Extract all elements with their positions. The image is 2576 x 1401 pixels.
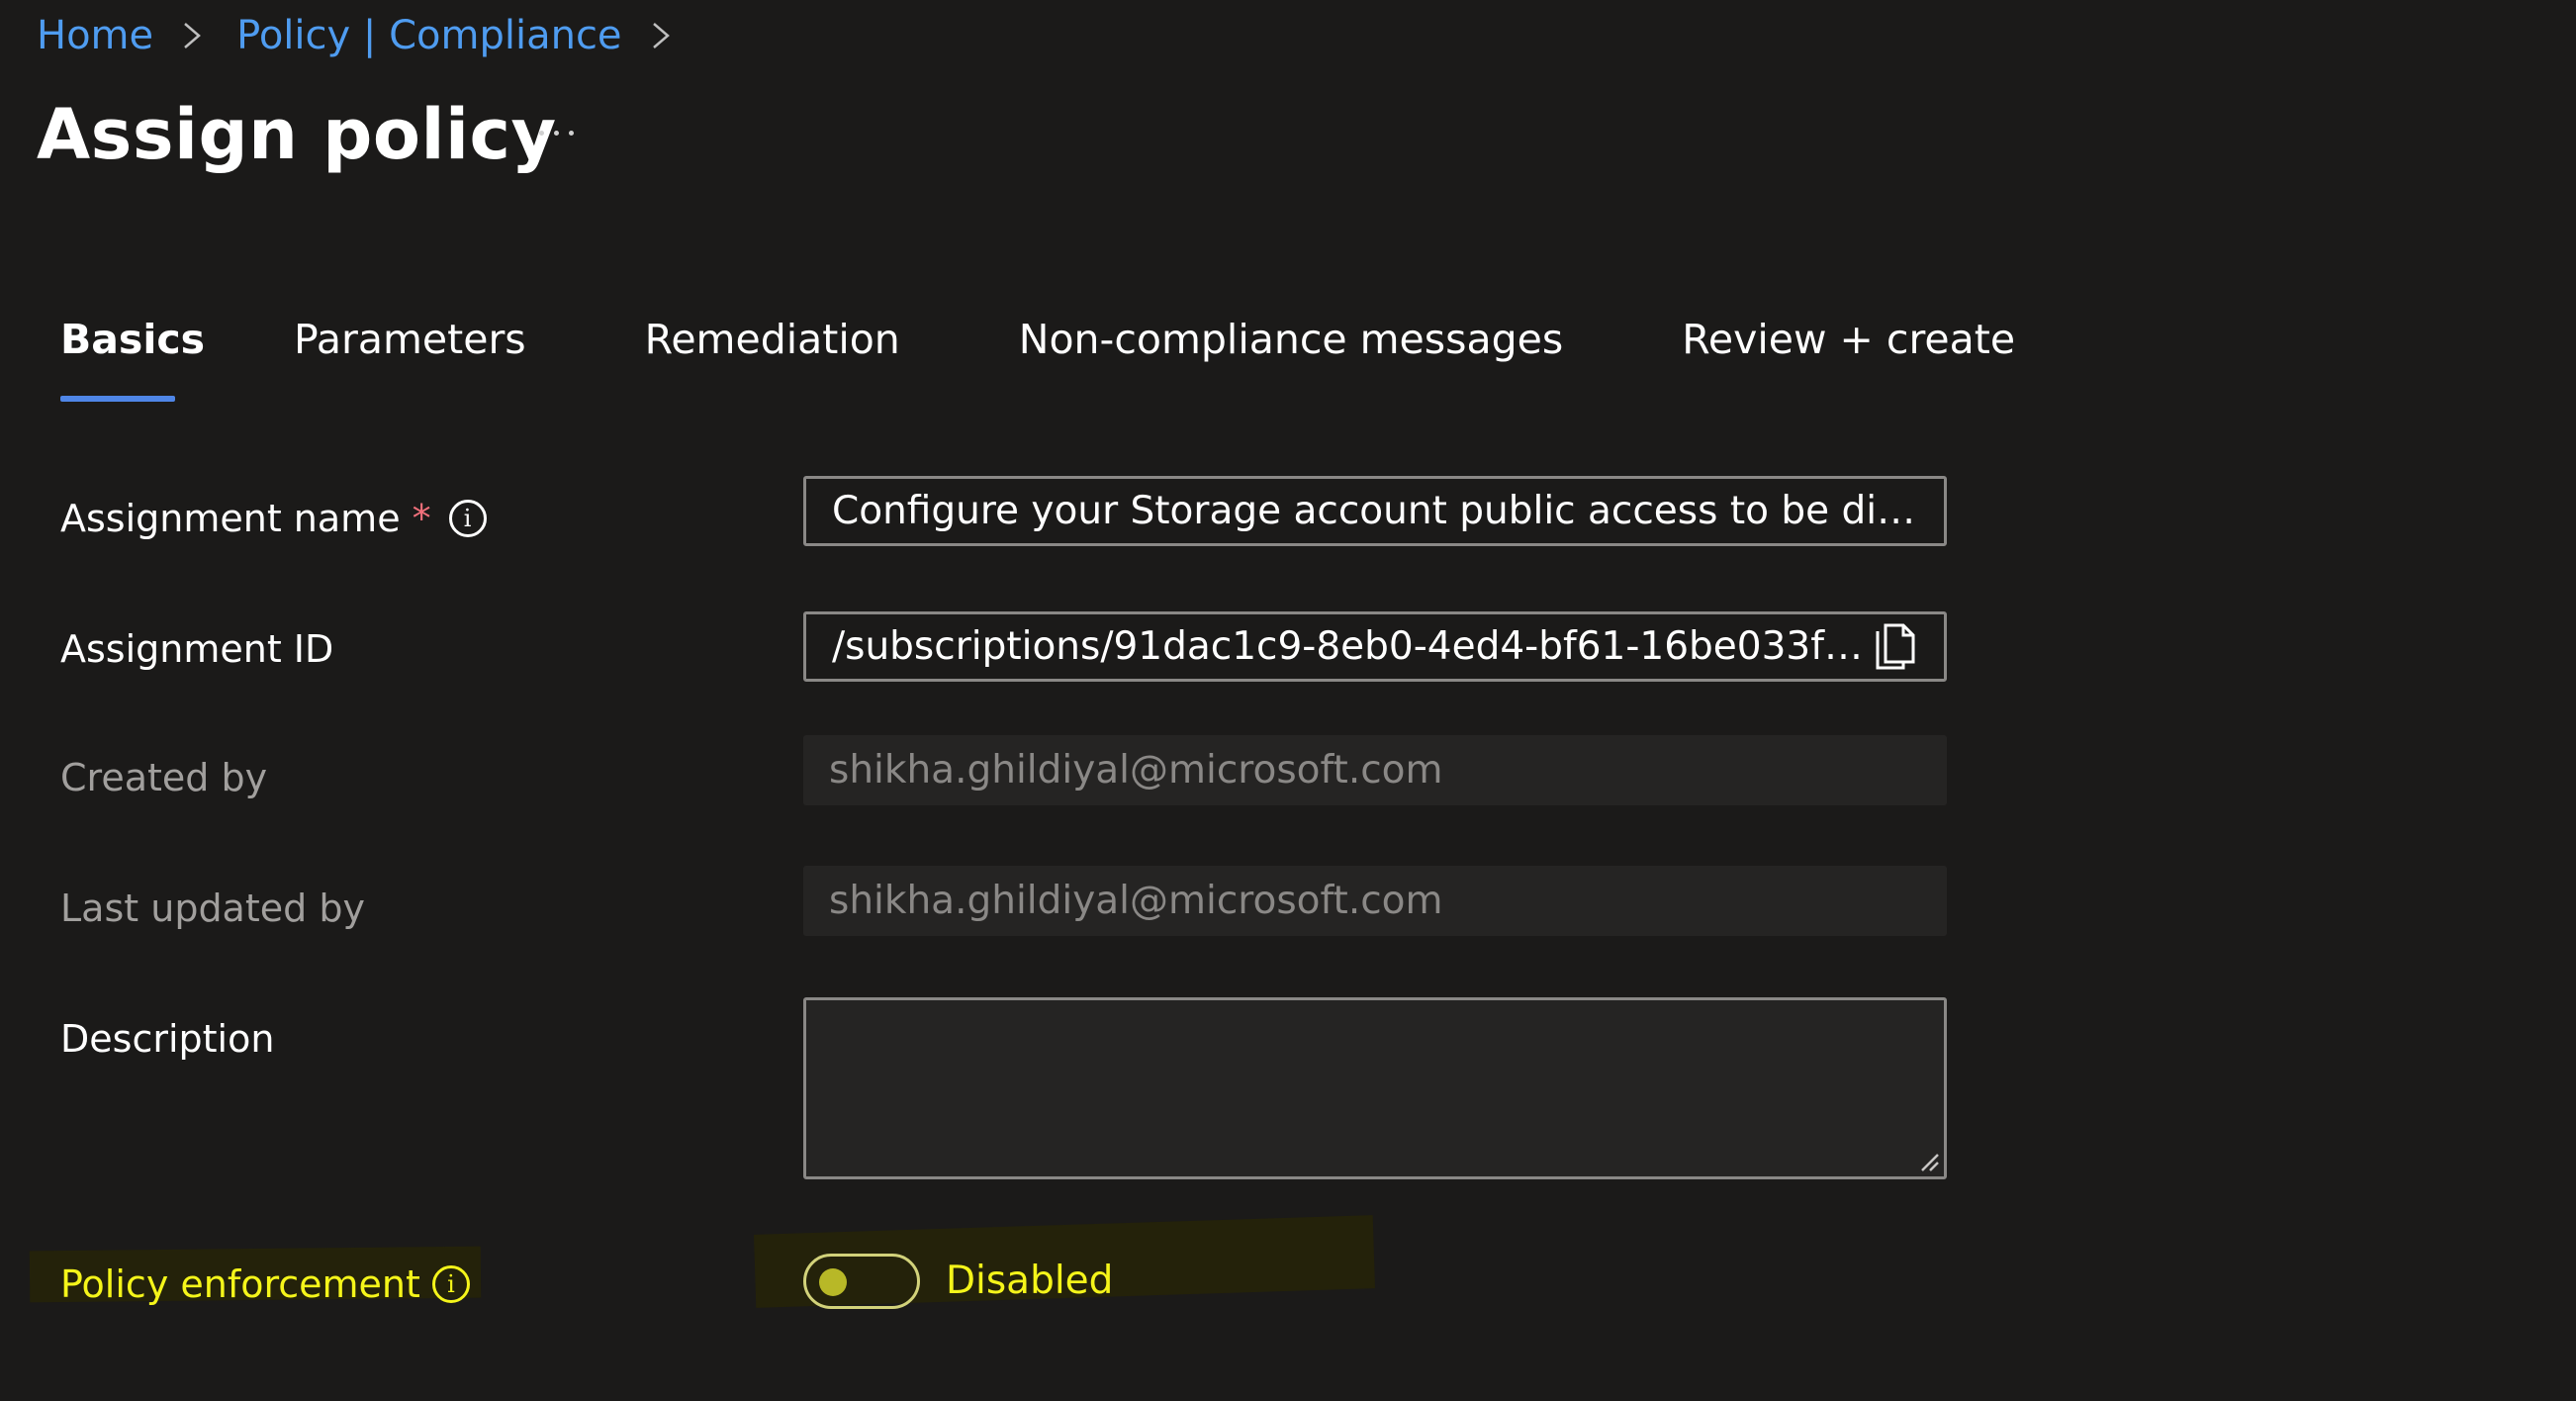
last-updated-by-field: shikha.ghildiyal@microsoft.com — [803, 866, 1947, 936]
description-label-text: Description — [60, 1017, 275, 1061]
more-dot — [568, 130, 574, 136]
more-options-button[interactable] — [530, 107, 582, 158]
tab-bar: Basics Parameters Remediation Non-compli… — [60, 307, 2015, 402]
policy-enforcement-state: Disabled — [946, 1259, 1114, 1303]
created-by-label-text: Created by — [60, 756, 268, 799]
created-by-label: Created by — [60, 750, 267, 805]
resize-grip-icon[interactable] — [1918, 1151, 1940, 1172]
assignment-name-value: Configure your Storage account public ac… — [832, 489, 1918, 533]
last-updated-by-label-text: Last updated by — [60, 887, 365, 930]
breadcrumb: Home Policy | Compliance — [37, 8, 705, 63]
breadcrumb-policy-link[interactable]: Policy | Compliance — [236, 13, 621, 58]
required-marker: * — [412, 497, 431, 540]
assignment-id-label-text: Assignment ID — [60, 627, 334, 671]
assignment-id-label: Assignment ID — [60, 621, 333, 677]
tab-non-compliance-messages[interactable]: Non-compliance messages — [1019, 307, 1563, 402]
description-textarea[interactable] — [803, 997, 1947, 1179]
chevron-right-icon — [650, 21, 672, 50]
info-icon[interactable]: i — [448, 500, 487, 537]
assignment-name-input[interactable]: Configure your Storage account public ac… — [803, 476, 1947, 546]
assignment-id-value: /subscriptions/91dac1c9-8eb0-4ed4-bf61-1… — [832, 624, 1863, 669]
description-label: Description — [60, 1011, 274, 1067]
more-dot — [538, 130, 544, 136]
tab-review-create[interactable]: Review + create — [1682, 307, 2015, 402]
created-by-value: shikha.ghildiyal@microsoft.com — [829, 748, 1443, 793]
last-updated-by-value: shikha.ghildiyal@microsoft.com — [829, 879, 1443, 923]
tab-basics[interactable]: Basics — [60, 307, 205, 402]
policy-enforcement-label: Policy enforcement i — [60, 1257, 470, 1312]
more-dot — [553, 130, 559, 136]
tab-remediation[interactable]: Remediation — [645, 307, 900, 402]
breadcrumb-home-link[interactable]: Home — [37, 13, 153, 58]
policy-enforcement-toggle[interactable] — [803, 1254, 920, 1309]
copy-icon[interactable] — [1873, 622, 1918, 672]
last-updated-by-label: Last updated by — [60, 881, 365, 936]
toggle-knob — [819, 1268, 847, 1296]
tab-parameters[interactable]: Parameters — [294, 307, 526, 402]
created-by-field: shikha.ghildiyal@microsoft.com — [803, 735, 1947, 805]
info-icon[interactable]: i — [431, 1265, 470, 1303]
page-title: Assign policy — [37, 94, 557, 175]
assignment-id-field[interactable]: /subscriptions/91dac1c9-8eb0-4ed4-bf61-1… — [803, 611, 1947, 682]
policy-enforcement-label-text: Policy enforcement — [60, 1262, 420, 1306]
chevron-right-icon — [181, 21, 203, 50]
assignment-name-label: Assignment name * i — [60, 491, 487, 546]
assignment-name-label-text: Assignment name — [60, 497, 401, 540]
